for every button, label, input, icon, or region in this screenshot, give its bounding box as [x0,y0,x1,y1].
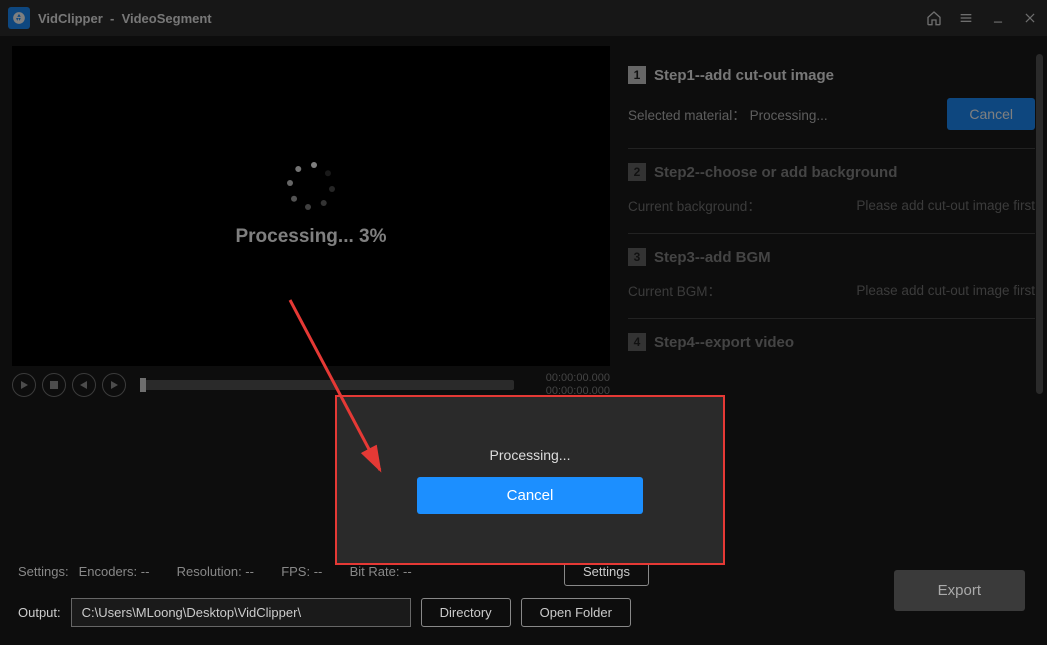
modal-status: Processing... [490,447,571,463]
processing-modal: Processing... Cancel [335,395,725,565]
encoders-value: Encoders: -- [79,564,150,579]
output-path-input[interactable] [71,598,411,627]
resolution-value: Resolution: -- [177,564,254,579]
directory-button[interactable]: Directory [421,598,511,627]
bitrate-value: Bit Rate: -- [350,564,412,579]
output-label: Output: [18,605,61,620]
export-button[interactable]: Export [894,570,1025,611]
modal-cancel-button[interactable]: Cancel [417,477,644,514]
fps-value: FPS: -- [281,564,322,579]
settings-label: Settings: [18,564,69,579]
open-folder-button[interactable]: Open Folder [521,598,631,627]
